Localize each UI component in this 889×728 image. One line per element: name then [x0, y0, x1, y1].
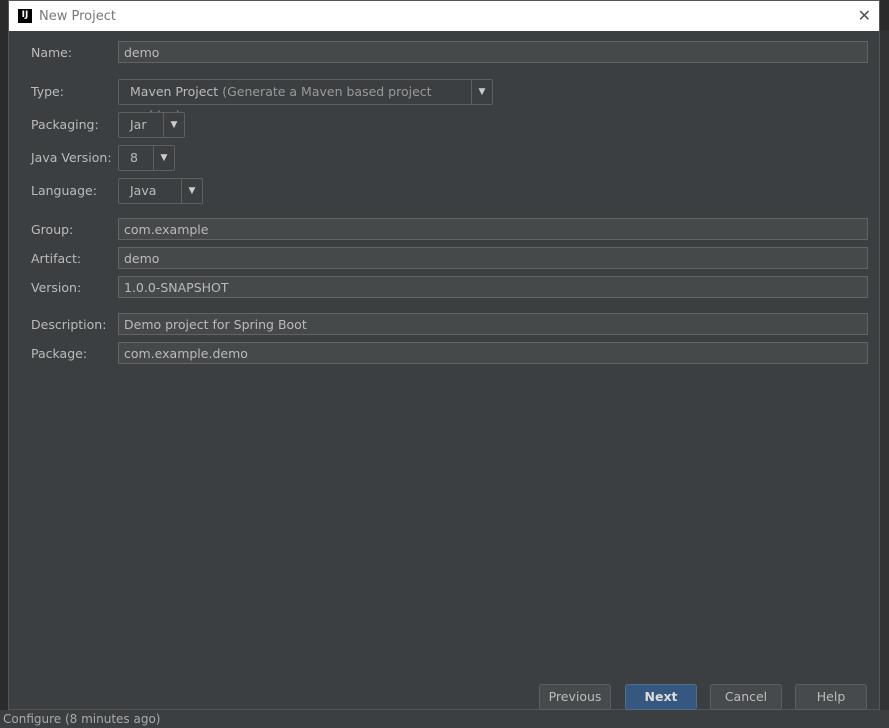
artifact-label: Artifact: [31, 251, 82, 266]
language-dropdown[interactable]: Java ▼ [118, 178, 203, 204]
name-input[interactable]: demo [118, 41, 868, 63]
cancel-button[interactable]: Cancel [710, 684, 782, 710]
next-button[interactable]: Next [625, 684, 697, 710]
java-version-dropdown[interactable]: 8 ▼ [118, 145, 175, 171]
group-input[interactable]: com.example [118, 218, 868, 240]
description-label: Description: [31, 317, 107, 332]
intellij-logo-icon: IJ [18, 9, 32, 23]
name-row: Name: demo [9, 41, 879, 65]
package-input[interactable]: com.example.demo [118, 342, 868, 364]
packaging-label: Packaging: [31, 117, 99, 132]
artifact-input[interactable]: demo [118, 247, 868, 269]
artifact-row: Artifact: demo [9, 247, 879, 271]
java-version-row: Java Version: 8 ▼ [9, 145, 879, 171]
java-version-label: Java Version: [31, 150, 112, 165]
description-row: Description: Demo project for Spring Boo… [9, 313, 879, 337]
package-label: Package: [31, 346, 88, 361]
background-status-bar: Configure (8 minutes ago) [0, 710, 889, 728]
language-row: Language: Java ▼ [9, 178, 879, 204]
packaging-row: Packaging: Jar ▼ [9, 112, 879, 138]
package-row: Package: com.example.demo [9, 342, 879, 366]
packaging-value: Jar [130, 117, 147, 132]
version-row: Version: 1.0.0-SNAPSHOT [9, 276, 879, 300]
type-value: Maven Project [130, 84, 219, 99]
name-label: Name: [31, 45, 73, 60]
group-label: Group: [31, 222, 74, 237]
description-input[interactable]: Demo project for Spring Boot [118, 313, 868, 335]
previous-button[interactable]: Previous [539, 684, 611, 710]
group-row: Group: com.example [9, 218, 879, 242]
chevron-down-icon[interactable]: ▼ [153, 146, 174, 170]
packaging-dropdown[interactable]: Jar ▼ [118, 112, 185, 138]
background-ide-edge [880, 30, 889, 710]
new-project-dialog: IJ New Project ✕ Name: demo Type: Maven … [8, 0, 880, 710]
version-input[interactable]: 1.0.0-SNAPSHOT [118, 276, 868, 298]
title-bar: IJ New Project ✕ [9, 1, 879, 31]
language-label: Language: [31, 183, 97, 198]
java-version-value: 8 [130, 150, 138, 165]
chevron-down-icon[interactable]: ▼ [181, 179, 202, 203]
type-label: Type: [31, 84, 64, 99]
dialog-title: New Project [39, 8, 116, 24]
help-button[interactable]: Help [795, 684, 867, 710]
version-label: Version: [31, 280, 82, 295]
chevron-down-icon[interactable]: ▼ [471, 80, 492, 104]
chevron-down-icon[interactable]: ▼ [163, 113, 184, 137]
type-row: Type: Maven Project (Generate a Maven ba… [9, 79, 879, 123]
type-dropdown[interactable]: Maven Project (Generate a Maven based pr… [118, 79, 493, 123]
close-icon[interactable]: ✕ [858, 6, 871, 25]
language-value: Java [130, 183, 157, 198]
